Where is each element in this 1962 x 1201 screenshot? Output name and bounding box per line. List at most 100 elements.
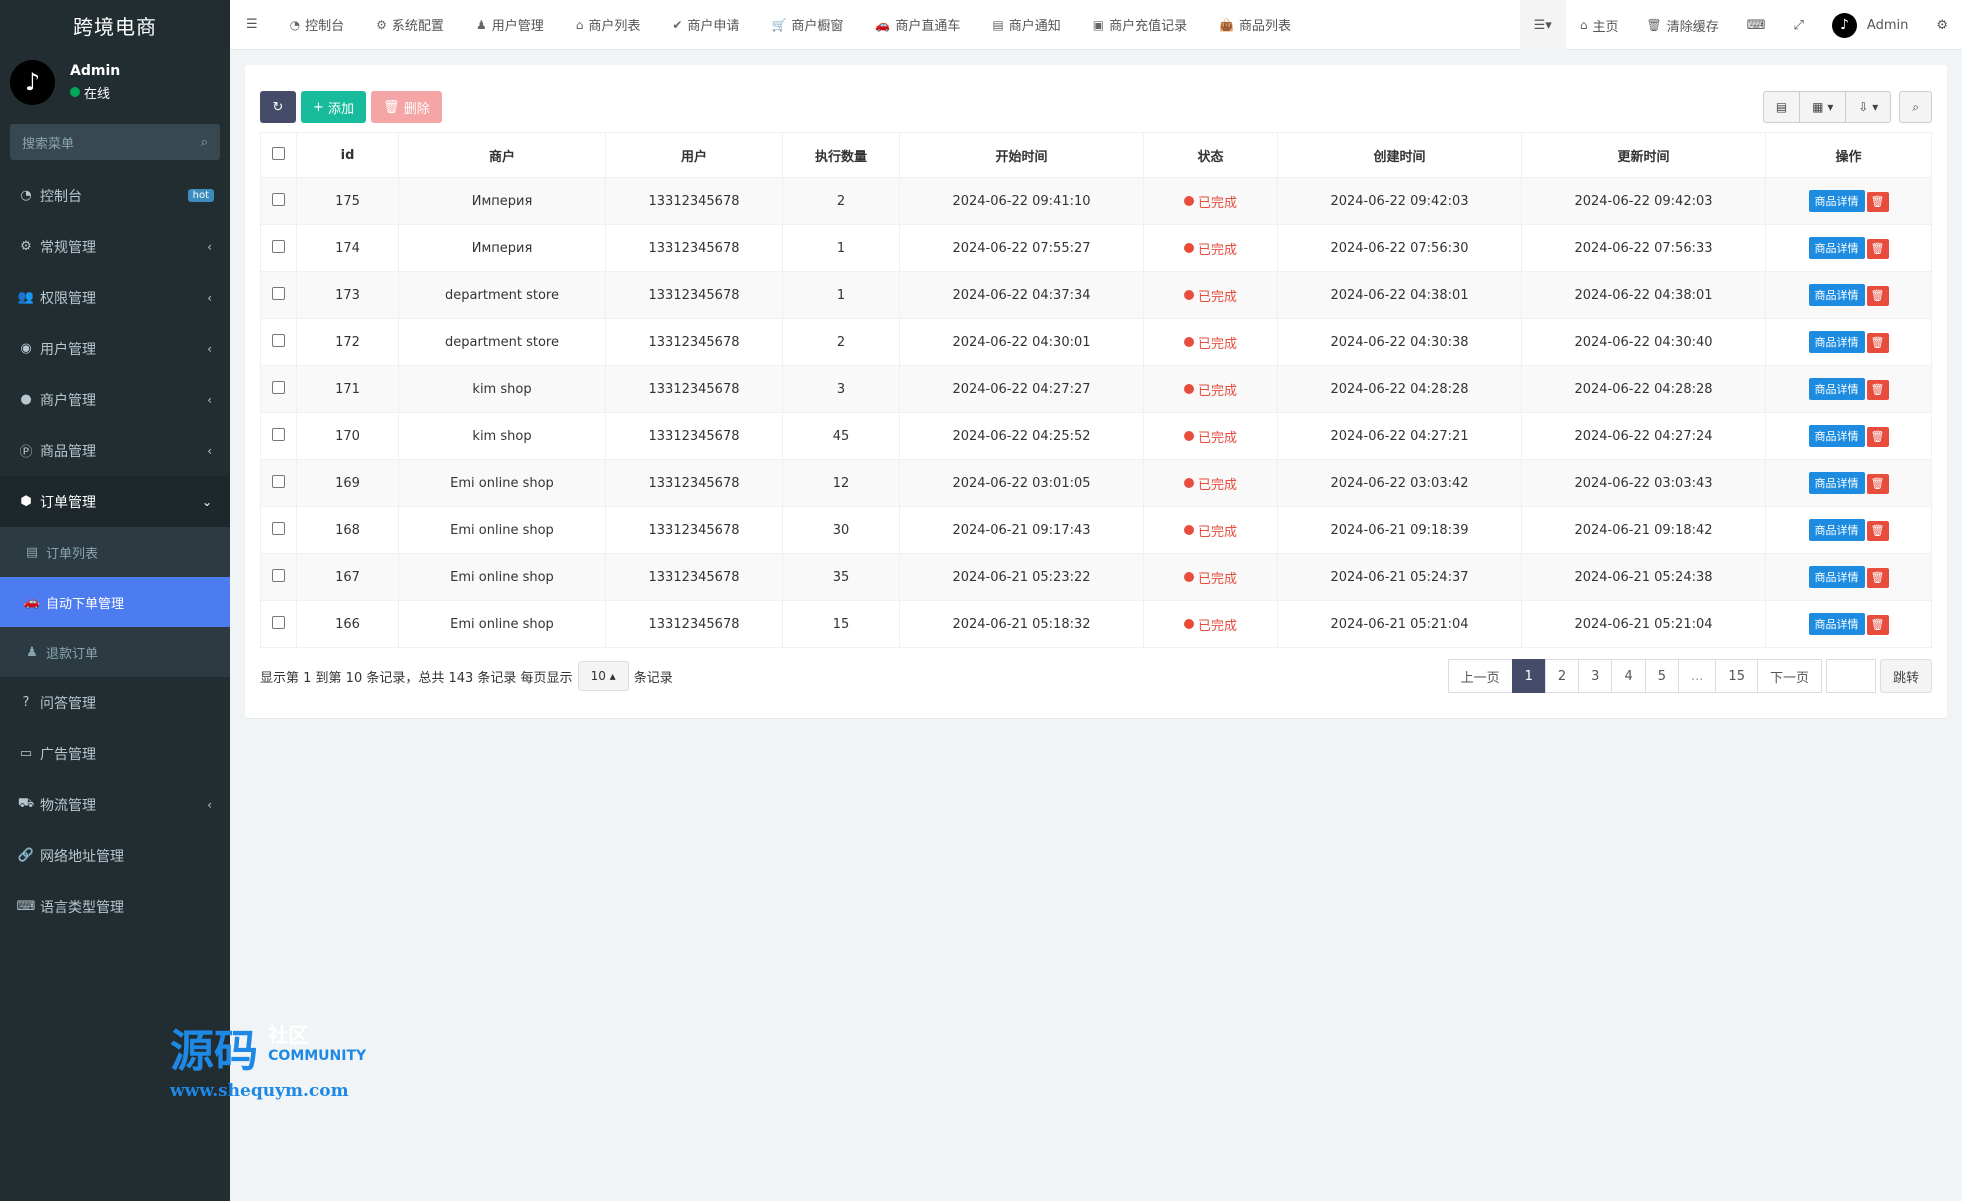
row-checkbox[interactable] (272, 474, 285, 488)
sidebar-item-dashboard[interactable]: ◔ 控制台 hot (0, 170, 230, 221)
col-created[interactable]: 创建时间 (1277, 132, 1522, 178)
table-row[interactable]: 173 department store 13312345678 1 2024-… (260, 271, 1932, 319)
add-button[interactable]: + 添加 (301, 91, 367, 123)
row-delete-button[interactable]: 🗑 (1866, 285, 1889, 306)
tab-dashboard[interactable]: ◔ 控制台 (274, 0, 361, 50)
sidebar-item-qa[interactable]: ? 问答管理 (0, 677, 230, 728)
sidebar-item-order-list[interactable]: ▤ 订单列表 (0, 527, 230, 577)
tab-product-list[interactable]: 👜 商品列表 (1203, 0, 1307, 50)
next-page-button[interactable]: 下一页 (1756, 659, 1822, 693)
col-status[interactable]: 状态 (1143, 132, 1278, 178)
col-start-time[interactable]: 开始时间 (899, 132, 1144, 178)
search-input[interactable]: 搜索菜单 ⌕ (10, 124, 220, 160)
row-checkbox[interactable] (272, 239, 285, 253)
product-detail-button[interactable]: 商品详情 (1808, 425, 1865, 447)
col-user[interactable]: 用户 (605, 132, 783, 178)
jump-page-input[interactable] (1825, 659, 1876, 693)
tab-merchant-recharge[interactable]: ▣ 商户充值记录 (1077, 0, 1203, 50)
table-row[interactable]: 174 Империя 13312345678 1 2024-06-22 07:… (260, 224, 1932, 272)
table-row[interactable]: 167 Emi online shop 13312345678 35 2024-… (260, 553, 1932, 601)
product-detail-button[interactable]: 商品详情 (1808, 566, 1865, 588)
language-switch[interactable]: ⌨ (1733, 0, 1780, 50)
row-delete-button[interactable]: 🗑 (1866, 473, 1889, 494)
table-row[interactable]: 169 Emi online shop 13312345678 12 2024-… (260, 459, 1932, 507)
fullscreen-button[interactable]: ⤢ (1780, 0, 1818, 50)
row-delete-button[interactable]: 🗑 (1866, 238, 1889, 259)
row-checkbox[interactable] (272, 286, 285, 300)
page-1-button[interactable]: 1 (1511, 659, 1546, 693)
user-menu[interactable]: ♪ Admin (1818, 0, 1922, 50)
table-row[interactable]: 166 Emi online shop 13312345678 15 2024-… (260, 600, 1932, 648)
delete-button[interactable]: 🗑 删除 (371, 91, 442, 123)
row-checkbox[interactable] (272, 521, 285, 535)
page-5-button[interactable]: 5 (1644, 659, 1680, 693)
prev-page-button[interactable]: 上一页 (1447, 659, 1513, 693)
tab-merchant-list[interactable]: ⌂ 商户列表 (560, 0, 657, 50)
sidebar-item-languages[interactable]: ⌨ 语言类型管理 (0, 881, 230, 932)
sidebar-item-users[interactable]: ◉ 用户管理 ‹ (0, 323, 230, 374)
tab-merchant-express[interactable]: 🚗 商户直通车 (859, 0, 976, 50)
tab-merchant-window[interactable]: 🛒 商户橱窗 (755, 0, 859, 50)
sidebar-item-refund-orders[interactable]: ♟ 退款订单 (0, 627, 230, 677)
sidebar-item-products[interactable]: Ⓟ 商品管理 ‹ (0, 425, 230, 476)
row-delete-button[interactable]: 🗑 (1866, 191, 1889, 212)
sidebar-item-ads[interactable]: ▭ 广告管理 (0, 728, 230, 779)
product-detail-button[interactable]: 商品详情 (1808, 472, 1865, 494)
col-qty[interactable]: 执行数量 (782, 132, 900, 178)
row-checkbox[interactable] (272, 568, 285, 582)
tab-user-management[interactable]: ♟ 用户管理 (460, 0, 560, 50)
row-select-cell[interactable] (260, 459, 297, 507)
sidebar-item-network[interactable]: 🔗 网络地址管理 (0, 830, 230, 881)
row-select-cell[interactable] (260, 224, 297, 272)
col-merchant[interactable]: 商户 (398, 132, 606, 178)
row-delete-button[interactable]: 🗑 (1866, 379, 1889, 400)
table-row[interactable]: 170 kim shop 13312345678 45 2024-06-22 0… (260, 412, 1932, 460)
row-select-cell[interactable] (260, 412, 297, 460)
product-detail-button[interactable]: 商品详情 (1808, 331, 1865, 353)
row-checkbox[interactable] (272, 192, 285, 206)
columns-button[interactable]: ▦ ▾ (1799, 91, 1847, 123)
row-select-cell[interactable] (260, 271, 297, 319)
row-delete-button[interactable]: 🗑 (1866, 520, 1889, 541)
page-4-button[interactable]: 4 (1611, 659, 1646, 693)
search-toggle-button[interactable]: ⌕ (1899, 91, 1932, 123)
table-row[interactable]: 175 Империя 13312345678 2 2024-06-22 09:… (260, 177, 1932, 225)
export-button[interactable]: ⇩ ▾ (1845, 91, 1892, 123)
row-delete-button[interactable]: 🗑 (1866, 332, 1889, 353)
row-select-cell[interactable] (260, 553, 297, 601)
table-row[interactable]: 171 kim shop 13312345678 3 2024-06-22 04… (260, 365, 1932, 413)
product-detail-button[interactable]: 商品详情 (1808, 613, 1865, 635)
row-select-cell[interactable] (260, 365, 297, 413)
row-checkbox[interactable] (272, 333, 285, 347)
home-link[interactable]: ⌂ 主页 (1566, 0, 1633, 50)
row-delete-button[interactable]: 🗑 (1866, 567, 1889, 588)
row-delete-button[interactable]: 🗑 (1866, 426, 1889, 447)
per-page-select[interactable]: 10 ▴ (577, 661, 629, 691)
row-checkbox[interactable] (272, 380, 285, 394)
product-detail-button[interactable]: 商品详情 (1808, 378, 1865, 400)
product-detail-button[interactable]: 商品详情 (1808, 519, 1865, 541)
row-select-cell[interactable] (260, 600, 297, 648)
product-detail-button[interactable]: 商品详情 (1808, 284, 1865, 306)
clear-cache-button[interactable]: 🗑 清除缓存 (1632, 0, 1732, 50)
sidebar-item-auto-order[interactable]: 🚗 自动下单管理 (0, 577, 230, 627)
row-select-cell[interactable] (260, 318, 297, 366)
more-tabs-button[interactable]: ☰▾ (1519, 0, 1566, 50)
col-updated[interactable]: 更新时间 (1521, 132, 1766, 178)
table-row[interactable]: 172 department store 13312345678 2 2024-… (260, 318, 1932, 366)
select-all-cell[interactable] (260, 132, 297, 178)
table-row[interactable]: 168 Emi online shop 13312345678 30 2024-… (260, 506, 1932, 554)
product-detail-button[interactable]: 商品详情 (1808, 237, 1865, 259)
row-checkbox[interactable] (272, 427, 285, 441)
jump-button[interactable]: 跳转 (1879, 659, 1932, 693)
page-2-button[interactable]: 2 (1544, 659, 1580, 693)
row-delete-button[interactable]: 🗑 (1866, 614, 1889, 635)
sidebar-item-merchants[interactable]: ● 商户管理 ‹ (0, 374, 230, 425)
tab-merchant-notice[interactable]: ▤ 商户通知 (976, 0, 1076, 50)
product-detail-button[interactable]: 商品详情 (1808, 190, 1865, 212)
col-id[interactable]: id (296, 132, 399, 178)
tab-merchant-apply[interactable]: ✔ 商户申请 (656, 0, 755, 50)
page-15-button[interactable]: 15 (1715, 659, 1758, 693)
tab-system-config[interactable]: ⚙ 系统配置 (360, 0, 460, 50)
sidebar-item-general[interactable]: ⚙ 常规管理 ‹ (0, 221, 230, 272)
